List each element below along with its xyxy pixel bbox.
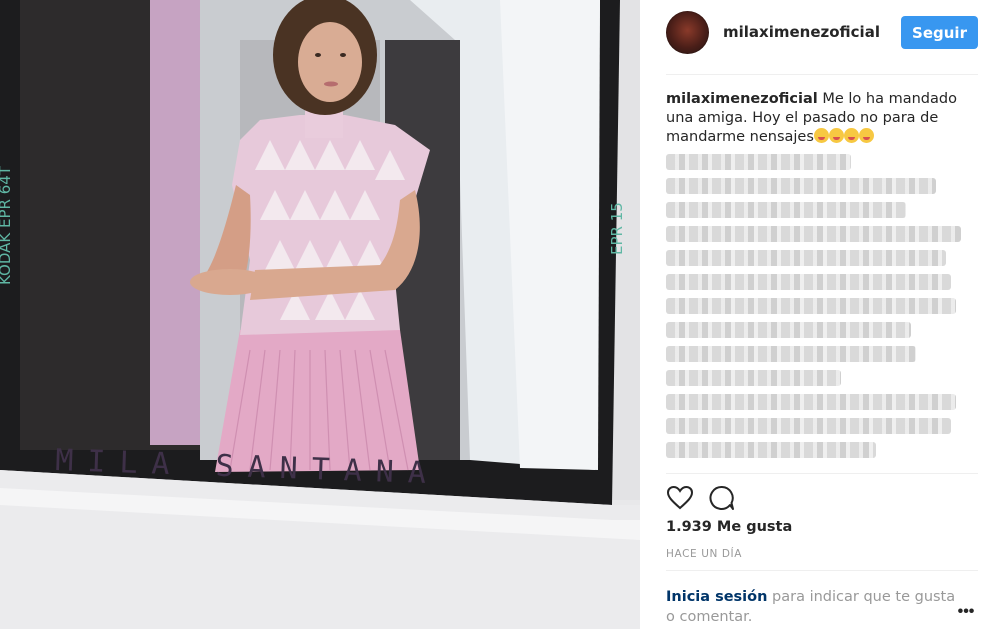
photo-content: KODAK EPR 64T EPR 15 MILA SANTANA	[0, 0, 640, 629]
login-prompt: Inicia sesión para indicar que te gusta …	[666, 587, 966, 627]
post-sidebar: milaximenezoficial Seguir milaximenezofi…	[640, 0, 1000, 629]
list-item	[666, 226, 961, 242]
emoji-icon	[828, 128, 844, 143]
comment-button[interactable]	[708, 484, 736, 512]
post-timestamp[interactable]: HACE UN DÍA	[666, 548, 742, 560]
blurred-comments	[666, 154, 966, 470]
list-item	[666, 154, 851, 170]
caption-username[interactable]: milaximenezoficial	[666, 91, 818, 107]
film-edge-right: EPR 15	[608, 202, 626, 255]
caption: milaximenezoficial Me lo ha mandado una …	[666, 90, 966, 147]
comments-divider	[666, 473, 978, 474]
list-item	[666, 202, 906, 218]
list-item	[666, 418, 951, 434]
like-button[interactable]	[666, 484, 694, 512]
more-options-button[interactable]: •••	[954, 603, 978, 620]
emoji-icon	[858, 128, 874, 143]
film-edge-left: KODAK EPR 64T	[0, 165, 14, 285]
like-count[interactable]: 1.939 Me gusta	[666, 519, 792, 535]
post-header: milaximenezoficial Seguir	[666, 11, 978, 55]
list-item	[666, 298, 956, 314]
list-item	[666, 346, 916, 362]
list-item	[666, 178, 936, 194]
action-bar	[666, 484, 786, 512]
heart-icon	[666, 485, 694, 510]
emoji-icon	[813, 128, 829, 143]
list-item	[666, 394, 956, 410]
header-divider	[666, 74, 978, 75]
list-item	[666, 274, 951, 290]
list-item	[666, 370, 841, 386]
emoji-icon	[843, 128, 859, 143]
ellipsis-icon: •••	[957, 603, 975, 620]
avatar[interactable]	[666, 11, 709, 54]
list-item	[666, 442, 876, 458]
post-photo[interactable]: KODAK EPR 64T EPR 15 MILA SANTANA	[0, 0, 640, 629]
follow-button[interactable]: Seguir	[901, 16, 978, 49]
speech-bubble-icon	[709, 485, 734, 510]
footer-divider	[666, 570, 978, 571]
username-link[interactable]: milaximenezoficial	[723, 23, 880, 41]
list-item	[666, 250, 946, 266]
list-item	[666, 322, 911, 338]
login-link[interactable]: Inicia sesión	[666, 589, 767, 605]
